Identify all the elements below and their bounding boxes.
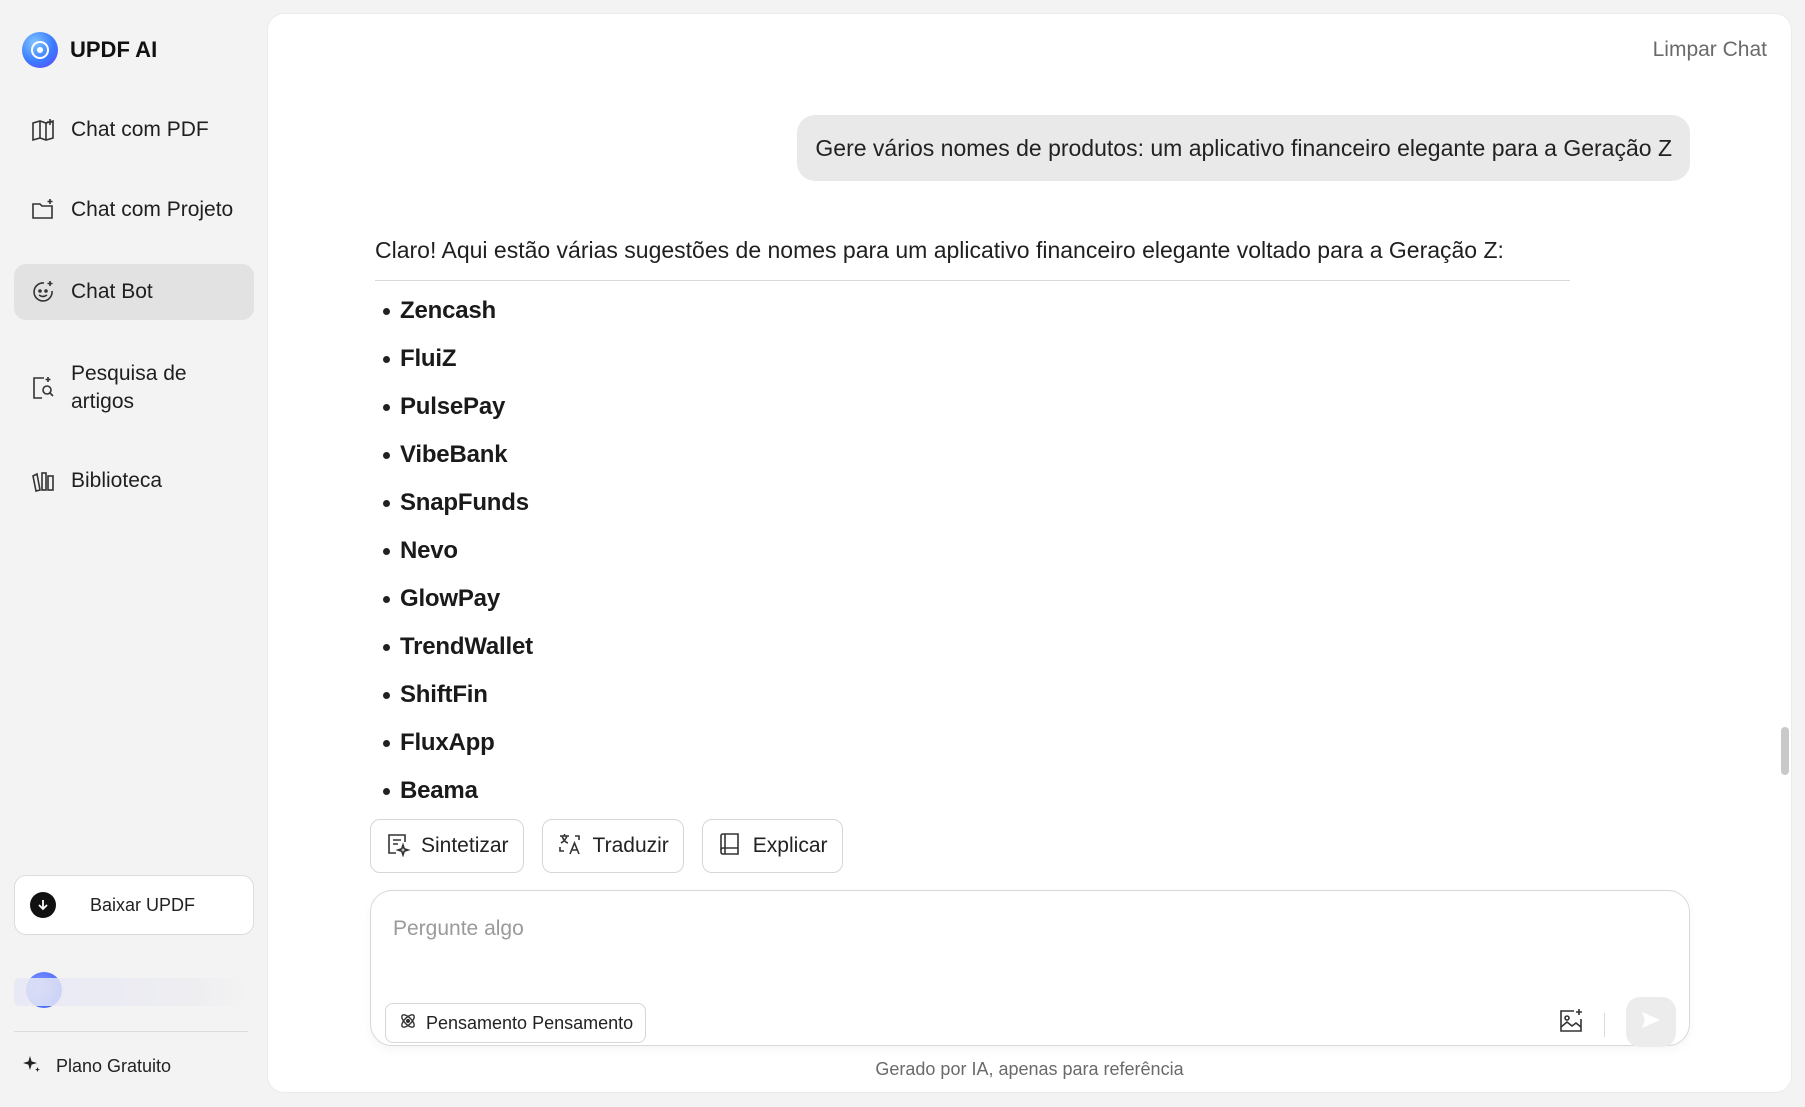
- brand-name: UPDF AI: [70, 37, 158, 62]
- list-item: TrendWallet: [375, 623, 1570, 671]
- list-item: VibeBank: [375, 431, 1570, 479]
- sidebar-item-label: Biblioteca: [71, 469, 163, 492]
- download-icon: [30, 892, 56, 918]
- summarize-label: Sintetizar: [421, 834, 509, 857]
- sparkle-icon: [22, 1054, 42, 1079]
- divider: [375, 280, 1570, 281]
- list-item: PulsePay: [375, 383, 1570, 431]
- thinking-toggle[interactable]: Pensamento Pensamento: [385, 1003, 647, 1043]
- list-item: Beama: [375, 767, 1570, 807]
- sidebar-item-label: Chat com Projeto: [71, 198, 234, 221]
- book-open-icon: [29, 116, 57, 144]
- sidebar-item-label: Pesquisa de artigos: [71, 362, 187, 413]
- sidebar-item-article-search[interactable]: Pesquisa de artigos: [14, 352, 254, 424]
- chat-input[interactable]: [393, 909, 1593, 949]
- scrollbar-thumb[interactable]: [1781, 727, 1789, 775]
- chat-panel: Limpar Chat Gere vários nomes de produto…: [268, 14, 1791, 1092]
- translate-button[interactable]: Traduzir: [541, 819, 684, 873]
- download-label: Baixar UPDF: [90, 894, 196, 915]
- explain-button[interactable]: Explicar: [701, 819, 843, 873]
- bot-face-icon: [29, 278, 57, 306]
- assistant-reply: Claro! Aqui estão várias sugestões de no…: [375, 234, 1570, 807]
- chat-composer: Pensamento Pensamento: [370, 890, 1690, 1047]
- sidebar-item-label: Chat com PDF: [71, 118, 209, 141]
- sidebar-item-library[interactable]: Biblioteca: [14, 453, 254, 509]
- explain-label: Explicar: [752, 834, 828, 857]
- list-item: GlowPay: [375, 575, 1570, 623]
- send-icon: [1640, 1009, 1662, 1036]
- list-item: SnapFunds: [375, 479, 1570, 527]
- brand[interactable]: UPDF AI: [22, 32, 157, 68]
- library-icon: [29, 467, 57, 495]
- sidebar: UPDF AI Chat com PDF Chat com Projeto Ch…: [0, 0, 268, 1107]
- doc-search-icon: [29, 374, 57, 402]
- list-item: FluxApp: [375, 719, 1570, 767]
- download-updf-button[interactable]: Baixar UPDF: [14, 875, 254, 935]
- image-upload-button[interactable]: [1551, 1003, 1591, 1043]
- sidebar-item-label: Chat Bot: [71, 280, 153, 303]
- reply-intro: Claro! Aqui estão várias sugestões de no…: [375, 237, 1504, 263]
- book-icon: [717, 831, 743, 862]
- divider: [14, 1031, 248, 1032]
- list-item: FluiZ: [375, 335, 1570, 383]
- app-window: UPDF AI Chat com PDF Chat com Projeto Ch…: [0, 0, 1805, 1107]
- plan-button[interactable]: Plano Gratuito: [22, 1054, 171, 1079]
- user-profile[interactable]: [14, 970, 244, 1014]
- updf-logo-icon: [22, 32, 58, 68]
- list-item: ShiftFin: [375, 671, 1570, 719]
- divider: [1604, 1013, 1605, 1037]
- summarize-button[interactable]: Sintetizar: [370, 819, 524, 873]
- ai-disclaimer: Gerado por IA, apenas para referência: [875, 1059, 1184, 1079]
- summarize-icon: [385, 831, 411, 862]
- sidebar-item-chat-project[interactable]: Chat com Projeto: [14, 182, 254, 238]
- send-button[interactable]: [1626, 997, 1676, 1047]
- user-name-redacted: [14, 978, 244, 1006]
- translate-icon: [557, 831, 583, 862]
- atom-icon: [398, 1011, 418, 1036]
- sidebar-item-chat-pdf[interactable]: Chat com PDF: [14, 102, 254, 158]
- list-item: Nevo: [375, 527, 1570, 575]
- list-item: Zencash: [375, 287, 1570, 335]
- quick-actions: Sintetizar Traduzir Explicar: [370, 819, 843, 873]
- reply-list: Zencash FluiZ PulsePay VibeBank SnapFund…: [375, 287, 1570, 807]
- clear-chat-button[interactable]: Limpar Chat: [1653, 38, 1767, 62]
- sidebar-item-chat-bot[interactable]: Chat Bot: [14, 264, 254, 320]
- user-message: Gere vários nomes de produtos: um aplica…: [797, 115, 1690, 181]
- folder-add-icon: [29, 196, 57, 224]
- plan-label: Plano Gratuito: [56, 1056, 172, 1076]
- image-sparkle-icon: [1557, 1007, 1585, 1040]
- thinking-label: Pensamento Pensamento: [426, 1012, 634, 1033]
- translate-label: Traduzir: [592, 834, 669, 857]
